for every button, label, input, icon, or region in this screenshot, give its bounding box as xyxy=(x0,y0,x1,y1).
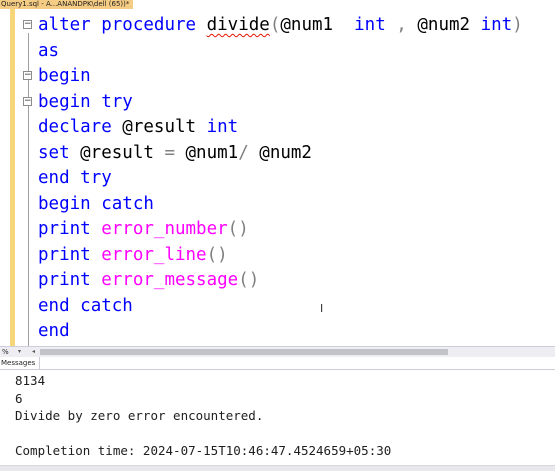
code-token: print xyxy=(38,244,91,265)
changed-lines-indicator xyxy=(10,9,15,341)
message-line: 6 xyxy=(15,390,23,406)
sql-code[interactable]: alter procedure divide(@num1 int , @num2… xyxy=(38,13,523,345)
message-line: Divide by zero error encountered. xyxy=(15,408,264,423)
code-token: end xyxy=(38,168,70,188)
tab-messages[interactable]: Messages xyxy=(0,357,41,369)
code-token: () xyxy=(227,219,249,239)
code-line[interactable]: print error_number() xyxy=(38,217,523,243)
code-token: try xyxy=(80,168,112,188)
code-line[interactable]: print error_line() xyxy=(38,243,523,269)
zoom-level[interactable]: % xyxy=(2,347,9,357)
code-token: print xyxy=(38,219,91,239)
code-token: catch xyxy=(101,193,154,214)
message-line: Completion time: 2024-07-15T10:46:47.452… xyxy=(15,443,392,458)
code-token: int xyxy=(354,15,386,35)
code-line[interactable]: print error_message() xyxy=(38,268,523,294)
code-token: @result xyxy=(111,117,207,137)
code-token: int xyxy=(480,15,513,35)
code-line[interactable]: as xyxy=(38,39,523,65)
code-token: () xyxy=(206,244,228,265)
messages-output: 8134 6 Divide by zero error encountered. Co… xyxy=(15,372,391,460)
editor-status-bar: % ▾ ◂ xyxy=(0,346,555,357)
code-token: / xyxy=(238,142,249,163)
code-token: error_line xyxy=(101,244,207,265)
zoom-dropdown-icon[interactable]: ▾ xyxy=(18,347,21,357)
code-line[interactable]: begin xyxy=(38,64,523,90)
code-token: () xyxy=(238,270,260,290)
code-line[interactable]: alter procedure divide(@num1 int , @num2… xyxy=(38,13,523,39)
collapse-begin-icon[interactable]: − xyxy=(23,71,32,80)
bottom-scrollbar[interactable] xyxy=(0,465,555,471)
code-token: print xyxy=(38,270,91,290)
text-cursor-icon: I xyxy=(320,302,324,315)
code-token: alter xyxy=(38,15,91,35)
error-token: divide xyxy=(206,15,270,35)
code-token: try xyxy=(101,91,133,112)
code-token: begin xyxy=(38,66,91,86)
code-token: , xyxy=(396,15,407,35)
code-line[interactable]: end xyxy=(38,319,523,345)
code-token: ( xyxy=(269,15,281,35)
code-line[interactable]: begin catch xyxy=(38,192,523,218)
code-line[interactable]: end try xyxy=(38,166,523,192)
horizontal-scrollbar-thumb[interactable] xyxy=(40,349,448,355)
collapse-alter-icon[interactable]: − xyxy=(23,20,32,29)
code-line[interactable]: declare @result int xyxy=(38,115,523,141)
results-tab-strip: Messages xyxy=(0,357,555,370)
code-token: @result xyxy=(69,142,165,163)
outline-guide-line xyxy=(28,33,29,351)
query-editor[interactable]: − − − alter procedure divide(@num1 int ,… xyxy=(0,9,555,351)
code-token: error_number xyxy=(101,219,228,239)
code-token: begin xyxy=(38,91,91,112)
code-token: set xyxy=(38,142,70,163)
code-token: begin xyxy=(38,193,91,214)
code-token: @num2 xyxy=(406,15,481,35)
code-token: @num1 xyxy=(174,142,239,163)
code-token: declare xyxy=(38,117,112,137)
code-token: = xyxy=(164,142,175,163)
code-token: as xyxy=(38,40,60,61)
code-token: procedure xyxy=(101,15,197,35)
code-token: catch xyxy=(80,295,133,316)
code-token: @num1 xyxy=(280,15,355,35)
message-line: 8134 xyxy=(15,373,46,388)
scroll-left-icon[interactable]: ◂ xyxy=(32,348,35,356)
document-tab-query1[interactable]: Query1.sql - A...ANANDPK\dell (65))* xyxy=(0,0,134,9)
code-token: int xyxy=(206,117,239,137)
code-token: error_message xyxy=(101,270,239,290)
code-line[interactable]: set @result = @num1/ @num2 xyxy=(38,141,523,167)
collapse-try-icon[interactable]: − xyxy=(23,97,32,106)
code-token: @num2 xyxy=(248,142,312,163)
document-tab-strip: Query1.sql - A...ANANDPK\dell (65))* xyxy=(0,0,555,9)
code-token: ) xyxy=(512,15,523,35)
code-line[interactable]: end catch xyxy=(38,294,523,320)
code-token: end xyxy=(38,321,70,341)
code-token: end xyxy=(38,295,70,316)
code-line[interactable]: begin try xyxy=(38,90,523,116)
change-tracking-margin xyxy=(10,9,15,346)
